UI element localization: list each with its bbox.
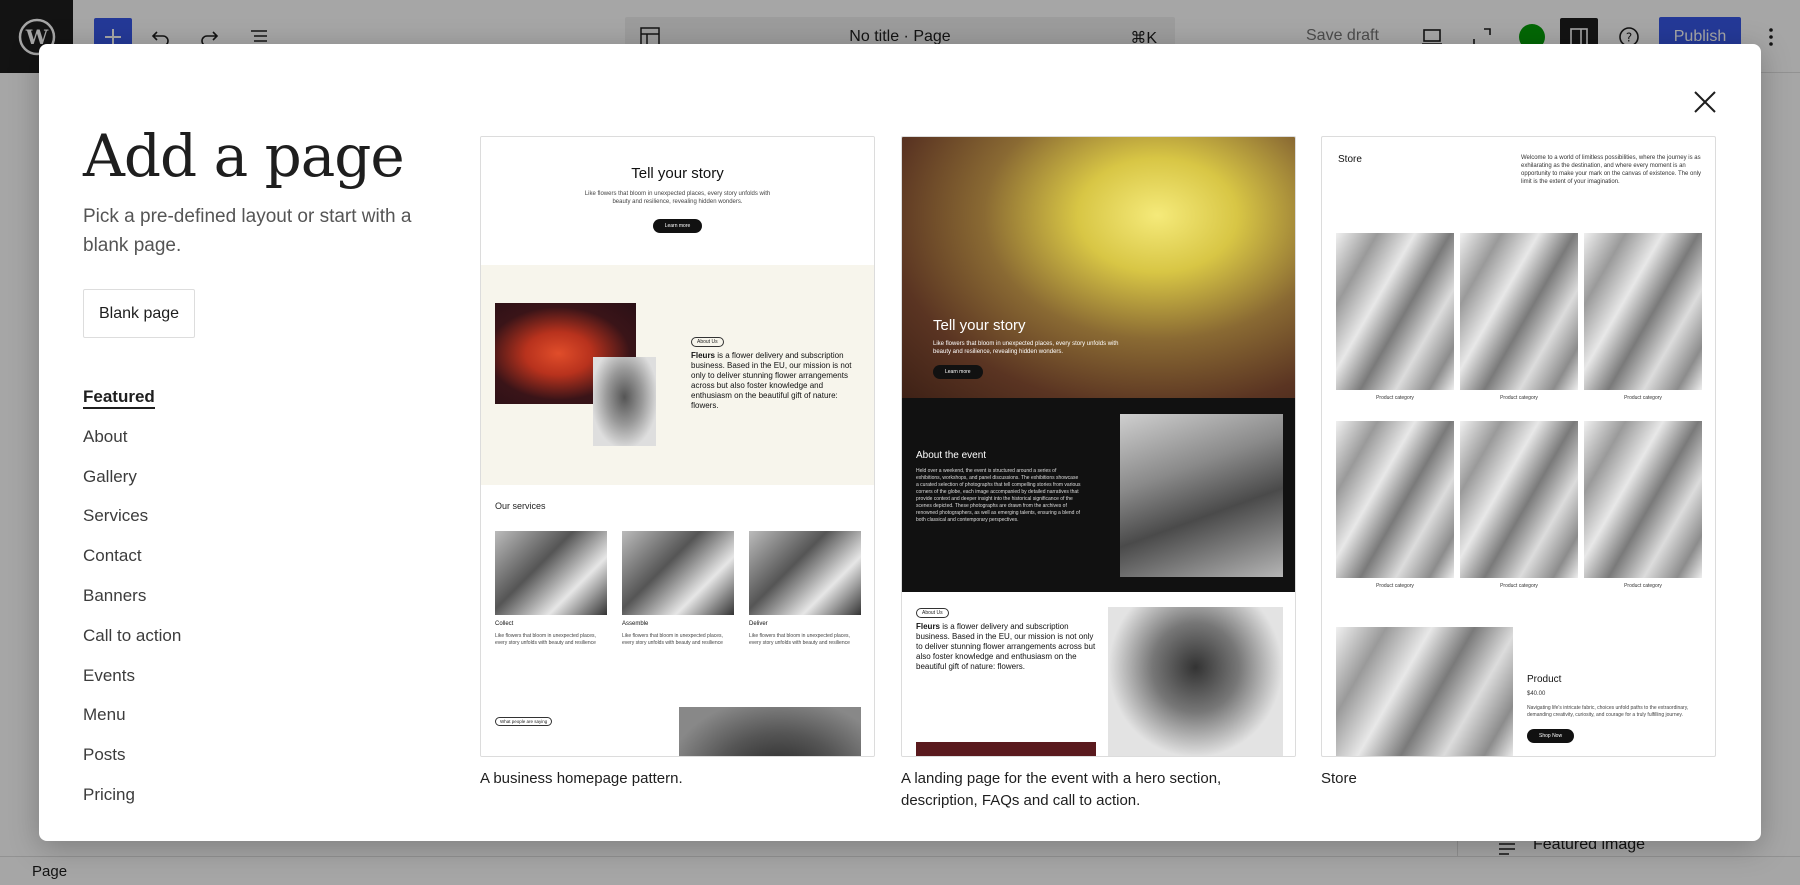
- category-posts[interactable]: Posts: [83, 742, 423, 782]
- pattern-card-store[interactable]: Store Welcome to a world of limitless po…: [1321, 136, 1716, 790]
- testimonial-tag: What people are saying: [495, 717, 553, 726]
- category-tile: Product category: [1336, 421, 1454, 589]
- preview-hero: Tell your story Like flowers that bloom …: [902, 137, 1295, 398]
- pattern-card-business[interactable]: Tell your story Like flowers that bloom …: [480, 136, 875, 790]
- product-image: [1336, 627, 1513, 756]
- store-intro: Welcome to a world of limitless possibil…: [1521, 155, 1701, 185]
- testimonial-image: [679, 707, 861, 756]
- brand-name: Fleurs: [916, 622, 941, 631]
- category-image: [1584, 233, 1702, 390]
- category-caption: Product category: [1624, 395, 1662, 401]
- about-body: is a flower delivery and subscription bu…: [916, 622, 1096, 671]
- category-events[interactable]: Events: [83, 663, 423, 703]
- preview-hero-text: Like flowers that bloom in unexpected pl…: [933, 341, 1119, 355]
- service-image: [495, 531, 607, 615]
- pattern-category-list: Featured About Gallery Services Contact …: [83, 384, 423, 806]
- category-image: [1336, 421, 1454, 578]
- event-text: Held over a weekend, the event is struct…: [916, 468, 1081, 523]
- preview-hero-title: Tell your story: [631, 165, 724, 182]
- product-price: $40.00: [1527, 691, 1546, 697]
- about-body: is a flower delivery and subscription bu…: [691, 351, 852, 410]
- blank-page-button[interactable]: Blank page: [83, 289, 195, 338]
- services-title: Our services: [495, 501, 546, 511]
- preview-services: Our services Collect Like flowers that b…: [481, 485, 874, 756]
- flower-image: [1108, 607, 1283, 756]
- preview-about-tag: About Us: [916, 608, 949, 618]
- service-item: Assemble Like flowers that bloom in unex…: [622, 531, 734, 647]
- store-title: Store: [1338, 154, 1362, 165]
- category-banners[interactable]: Banners: [83, 583, 423, 623]
- pattern-card-label: A business homepage pattern.: [480, 770, 683, 787]
- category-menu[interactable]: Menu: [83, 702, 423, 742]
- category-gallery[interactable]: Gallery: [83, 464, 423, 504]
- category-featured[interactable]: Featured: [83, 384, 423, 424]
- service-item: Collect Like flowers that bloom in unexp…: [495, 531, 607, 647]
- add-page-modal: Add a page Pick a pre-defined layout or …: [39, 44, 1761, 841]
- service-image: [622, 531, 734, 615]
- category-contact[interactable]: Contact: [83, 543, 423, 583]
- preview-about-text: Fleurs is a flower delivery and subscrip…: [691, 351, 861, 411]
- service-text: Like flowers that bloom in unexpected pl…: [495, 633, 596, 646]
- category-tile: Product category: [1336, 233, 1454, 401]
- product-info: Product $40.00 Navigating life's intrica…: [1527, 674, 1705, 743]
- category-image: [1460, 233, 1578, 390]
- service-text: Like flowers that bloom in unexpected pl…: [749, 633, 850, 646]
- preview-about: About Us Fleurs is a flower delivery and…: [902, 592, 1295, 756]
- category-caption: Product category: [1624, 583, 1662, 589]
- pattern-preview[interactable]: Tell your story Like flowers that bloom …: [901, 136, 1296, 757]
- page-title: Add a page: [83, 122, 405, 190]
- category-caption: Product category: [1500, 583, 1538, 589]
- preview-event: About the event Held over a weekend, the…: [902, 398, 1295, 592]
- category-image: [1460, 421, 1578, 578]
- service-title: Deliver: [749, 621, 768, 627]
- preview-hero-title: Tell your story: [933, 317, 1026, 334]
- pattern-card-label: Store: [1321, 770, 1357, 787]
- category-tile: Product category: [1460, 421, 1578, 589]
- preview-hero-button: Learn more: [652, 219, 703, 233]
- event-title: About the event: [916, 450, 987, 461]
- pattern-card-label: A landing page for the event with a hero…: [901, 770, 1222, 809]
- pattern-preview[interactable]: Store Welcome to a world of limitless po…: [1321, 136, 1716, 757]
- preview-about-text: Fleurs is a flower delivery and subscrip…: [916, 622, 1096, 672]
- preview-hero: Tell your story Like flowers that bloom …: [481, 137, 874, 265]
- category-caption: Product category: [1376, 395, 1414, 401]
- product-text: Navigating life's intricate fabric, choi…: [1527, 705, 1689, 718]
- service-title: Collect: [495, 621, 514, 627]
- category-image: [1336, 233, 1454, 390]
- category-tile: Product category: [1460, 233, 1578, 401]
- pattern-card-event[interactable]: Tell your story Like flowers that bloom …: [901, 136, 1296, 812]
- red-image-strip: [916, 742, 1096, 756]
- shop-now-button: Shop Now: [1527, 729, 1575, 743]
- category-tile: Product category: [1584, 421, 1702, 589]
- pattern-preview[interactable]: Tell your story Like flowers that bloom …: [480, 136, 875, 757]
- close-icon[interactable]: [1685, 82, 1725, 122]
- brand-name: Fleurs: [691, 351, 716, 360]
- service-text: Like flowers that bloom in unexpected pl…: [622, 633, 723, 646]
- gray-flower-image: [593, 357, 656, 446]
- category-caption: Product category: [1500, 395, 1538, 401]
- preview-about: About Us Fleurs is a flower delivery and…: [481, 265, 874, 485]
- service-image: [749, 531, 861, 615]
- service-title: Assemble: [622, 621, 649, 627]
- preview-about-tag: About Us: [691, 337, 724, 347]
- product-title: Product: [1527, 674, 1562, 685]
- event-image: [1120, 414, 1283, 577]
- category-services[interactable]: Services: [83, 503, 423, 543]
- modal-description: Pick a pre-defined layout or start with …: [83, 206, 412, 256]
- category-about[interactable]: About: [83, 424, 423, 464]
- category-pricing[interactable]: Pricing: [83, 782, 423, 806]
- preview-hero-text: Like flowers that bloom in unexpected pl…: [584, 191, 771, 205]
- category-tile: Product category: [1584, 233, 1702, 401]
- category-call-to-action[interactable]: Call to action: [83, 623, 423, 663]
- category-caption: Product category: [1376, 583, 1414, 589]
- preview-hero-button: Learn more: [933, 365, 983, 379]
- category-image: [1584, 421, 1702, 578]
- service-item: Deliver Like flowers that bloom in unexp…: [749, 531, 861, 647]
